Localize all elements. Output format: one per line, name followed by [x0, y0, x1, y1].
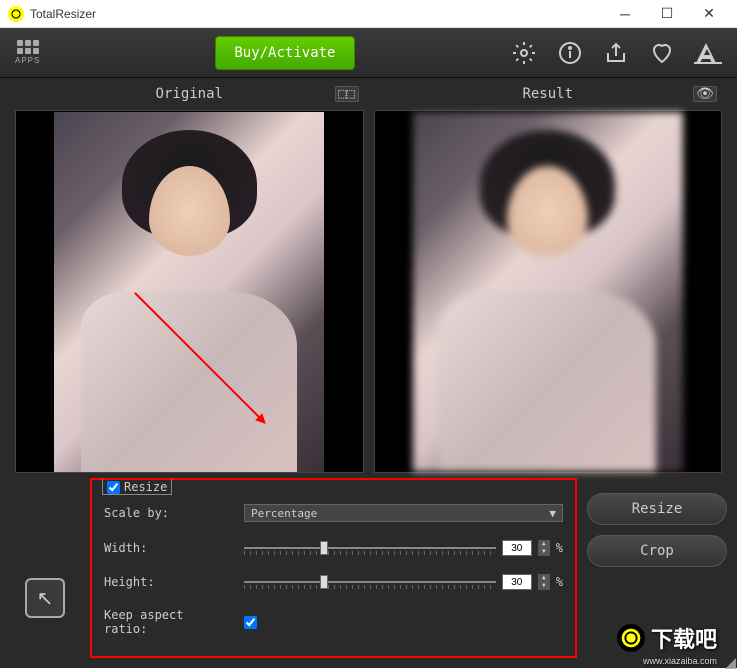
resize-handle[interactable]: ◢ — [725, 654, 736, 671]
original-label: Original — [156, 86, 223, 102]
scale-by-label: Scale by: — [104, 506, 234, 520]
watermark-url: www.xiazaiba.com — [643, 656, 717, 666]
watermark-icon — [617, 624, 645, 652]
app-icon — [8, 6, 24, 22]
logo-a-icon[interactable] — [694, 39, 722, 67]
minimize-button[interactable]: ─ — [605, 2, 645, 26]
height-spinner[interactable]: ▲▼ — [538, 574, 550, 590]
heart-icon[interactable] — [648, 39, 676, 67]
nav-arrow-button[interactable]: ↖ — [25, 578, 65, 618]
gear-icon[interactable] — [510, 39, 538, 67]
scale-by-value: Percentage — [251, 507, 317, 520]
scale-by-select[interactable]: Percentage ▼ — [244, 504, 563, 522]
keep-ratio-checkbox[interactable] — [244, 616, 257, 629]
original-image-area — [15, 110, 364, 473]
resize-enable-checkbox[interactable] — [107, 481, 120, 494]
watermark: 下载吧 — [617, 622, 717, 654]
result-image-area — [374, 110, 723, 473]
width-input[interactable] — [502, 540, 532, 556]
height-unit: % — [556, 575, 563, 589]
share-icon[interactable] — [602, 39, 630, 67]
window-title: TotalResizer — [30, 7, 605, 21]
watermark-text: 下载吧 — [651, 622, 717, 654]
close-button[interactable]: ✕ — [689, 2, 729, 26]
apps-button[interactable]: APPS — [15, 40, 40, 65]
info-icon[interactable] — [556, 39, 584, 67]
result-label: Result — [522, 86, 573, 102]
compare-toggle-icon[interactable]: ⬚⬚ — [335, 86, 359, 102]
apps-grid-icon — [17, 40, 39, 54]
width-unit: % — [556, 541, 563, 555]
width-slider[interactable] — [244, 541, 496, 555]
crop-button[interactable]: Crop — [587, 535, 727, 567]
height-input[interactable] — [502, 574, 532, 590]
resize-button[interactable]: Resize — [587, 493, 727, 525]
resize-legend: Resize — [124, 480, 167, 494]
height-label: Height: — [104, 575, 234, 589]
width-label: Width: — [104, 541, 234, 555]
chevron-down-icon: ▼ — [549, 507, 556, 520]
maximize-button[interactable]: ☐ — [647, 2, 687, 26]
width-spinner[interactable]: ▲▼ — [538, 540, 550, 556]
apps-label: APPS — [15, 56, 40, 65]
activate-button[interactable]: Buy/Activate — [215, 36, 354, 70]
height-slider[interactable] — [244, 575, 496, 589]
eye-icon[interactable]: 👁 — [693, 86, 717, 102]
resize-panel: Resize Scale by: Percentage ▼ Width: ▲▼ … — [90, 478, 577, 658]
keep-ratio-label: Keep aspect ratio: — [104, 608, 234, 636]
